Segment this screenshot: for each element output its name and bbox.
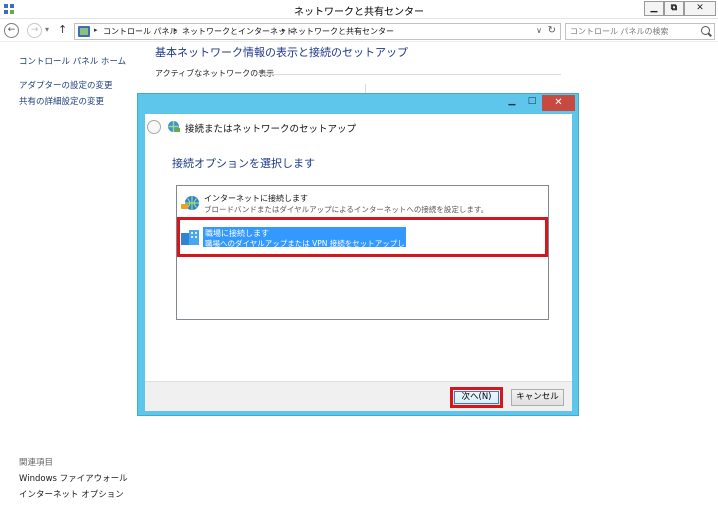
back-button[interactable]: ←: [4, 23, 19, 38]
cancel-button[interactable]: キャンセル: [511, 389, 564, 406]
recent-pages-dropdown-icon[interactable]: ▾: [45, 25, 49, 34]
dialog-close-button[interactable]: ✕: [542, 95, 575, 111]
dialog-footer: [145, 381, 572, 411]
sidebar-item-adapter-settings[interactable]: アダプターの設定の変更: [19, 79, 113, 91]
window-title: ネットワークと共有センター: [294, 7, 424, 18]
network-setup-icon: [168, 121, 180, 132]
chevron-down-icon[interactable]: ∨: [536, 26, 542, 35]
sidebar-item-control-panel-home[interactable]: コントロール パネル ホーム: [19, 55, 126, 67]
related-link-internet-options[interactable]: インターネット オプション: [19, 488, 124, 500]
dialog-heading: 接続オプションを選択します: [172, 157, 315, 170]
breadcrumb-control-panel[interactable]: コントロール パネル: [103, 26, 178, 37]
address-bar: ← → ▾ ↑ ▸ コントロール パネル ▸ ネットワークとインターネット ▸ …: [0, 20, 718, 42]
dialog-maximize-button[interactable]: □: [522, 95, 542, 110]
option-title-internet: インターネットに接続します: [204, 194, 308, 203]
sidebar-item-advanced-sharing[interactable]: 共有の詳細設定の変更: [19, 95, 104, 107]
search-input[interactable]: コントロール パネルの検索: [565, 23, 715, 40]
breadcrumb-separator-icon[interactable]: ▸: [282, 26, 286, 34]
refresh-icon[interactable]: ↻: [548, 25, 556, 36]
forward-button[interactable]: →: [27, 23, 42, 38]
page-title: 基本ネットワーク情報の表示と接続のセットアップ: [155, 46, 408, 59]
dialog-minimize-button[interactable]: ▁: [502, 95, 522, 110]
breadcrumb-network-sharing-center[interactable]: ネットワークと共有センター: [290, 26, 394, 37]
dialog-back-button[interactable]: [147, 120, 161, 134]
next-button[interactable]: 次へ(N): [450, 387, 503, 408]
window-close-button[interactable]: ✕: [684, 1, 716, 16]
dialog-title: 接続またはネットワークのセットアップ: [185, 124, 357, 135]
next-button-label: 次へ(N): [461, 392, 492, 402]
up-level-button[interactable]: ↑: [58, 23, 67, 36]
breadcrumb-network-internet[interactable]: ネットワークとインターネット: [182, 26, 294, 37]
breadcrumb[interactable]: ▸ コントロール パネル ▸ ネットワークとインターネット ▸ ネットワークと共…: [74, 23, 561, 40]
related-link-windows-firewall[interactable]: Windows ファイアウォール: [19, 472, 128, 484]
related-items-heading: 関連項目: [19, 458, 54, 468]
control-panel-icon: [78, 26, 90, 37]
breadcrumb-separator-icon[interactable]: ▸: [94, 26, 98, 34]
active-networks-label: アクティブなネットワークの表示: [155, 69, 275, 78]
workplace-vpn-icon: [181, 230, 199, 245]
search-placeholder: コントロール パネルの検索: [570, 27, 669, 36]
window-minimize-button[interactable]: ▁: [644, 1, 664, 16]
option-desc-internet: ブロードバンドまたはダイヤルアップによるインターネットへの接続を設定します。: [204, 205, 489, 214]
search-icon[interactable]: [701, 26, 710, 35]
window-titlebar: ネットワークと共有センター ▁ ⧉ ✕: [0, 0, 718, 19]
breadcrumb-separator-icon[interactable]: ▸: [174, 26, 178, 34]
option-desc-workplace: 職場へのダイヤルアップまたは VPN 接続をセットアップします。: [205, 239, 427, 248]
section-divider: [258, 74, 561, 75]
globe-network-icon: [181, 196, 199, 210]
window-restore-button[interactable]: ⧉: [664, 1, 684, 16]
